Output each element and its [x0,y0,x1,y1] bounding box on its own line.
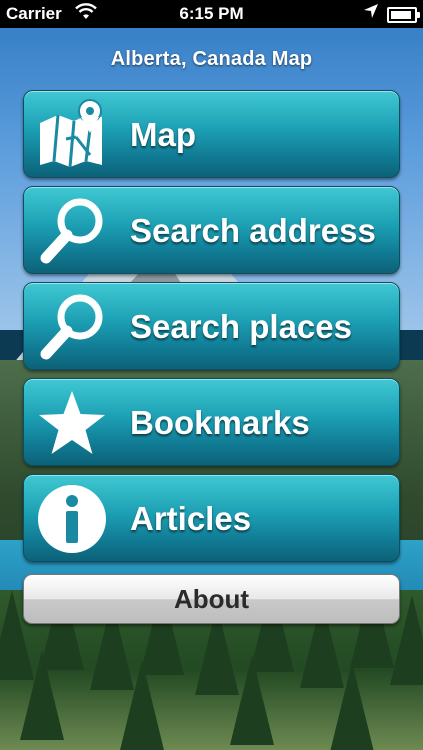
clock: 6:15 PM [179,4,244,23]
page-title: Alberta, Canada Map [110,48,313,70]
tree [120,660,164,750]
info-icon [36,483,108,555]
search-address-button[interactable]: Search address [23,186,400,274]
tree [230,655,274,745]
tree [330,662,374,750]
search-places-button[interactable]: Search places [23,282,400,370]
articles-button[interactable]: Articles [23,474,400,562]
battery-level [391,11,411,19]
about-button-label: About [173,584,250,614]
bookmarks-label: Bookmarks [130,404,310,441]
about-button[interactable]: About [23,574,400,624]
bookmarks-button[interactable]: Bookmarks [23,378,400,466]
status-bar: Carrier 6:15 PM [0,0,423,28]
search-places-label: Search places [130,308,352,345]
tree [20,650,64,740]
magnifier-icon [36,291,108,363]
battery-icon [387,7,420,23]
search-address-label: Search address [130,212,376,249]
map-button[interactable]: Map [23,90,400,178]
map-button-label: Map [130,116,196,153]
magnifier-icon [36,195,108,267]
location-arrow-icon [363,3,379,23]
star-icon [36,387,108,459]
map-pin-icon [36,99,108,171]
articles-label: Articles [130,500,252,537]
